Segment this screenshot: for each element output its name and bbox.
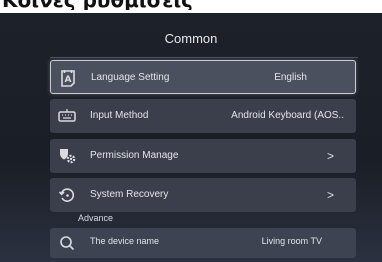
- input-method-row[interactable]: Input Method Android Keyboard (AOS..: [50, 99, 356, 133]
- permission-manage-row[interactable]: Permission Manage >: [50, 139, 356, 173]
- tv-settings-screen: Common A Language Setting English Input …: [0, 13, 382, 262]
- permission-gear-icon: [57, 146, 77, 166]
- screen-title: Common: [164, 31, 218, 46]
- system-recovery-label: System Recovery: [90, 189, 169, 200]
- device-name-label: The device name: [90, 236, 160, 246]
- language-icon: A: [58, 68, 78, 88]
- chevron-right-icon: >: [326, 188, 334, 202]
- page-heading: Κοινές ρυθμίσεις: [0, 0, 382, 10]
- language-setting-label: Language Setting: [91, 72, 170, 83]
- advance-section-label: Advance: [78, 213, 114, 223]
- language-setting-row[interactable]: A Language Setting English: [50, 60, 356, 94]
- input-method-label: Input Method: [90, 110, 149, 121]
- permission-manage-label: Permission Manage: [90, 150, 179, 161]
- system-recovery-row[interactable]: System Recovery >: [50, 178, 356, 212]
- language-setting-value: English: [274, 72, 307, 83]
- search-icon: [57, 233, 77, 253]
- input-method-value: Android Keyboard (AOS..: [231, 110, 344, 121]
- title-divider: [50, 57, 358, 58]
- system-recovery-icon: [57, 185, 77, 205]
- device-name-row[interactable]: The device name Living room TV: [50, 228, 356, 258]
- keyboard-icon: [57, 106, 77, 126]
- chevron-right-icon: >: [326, 149, 334, 163]
- svg-text:A: A: [65, 75, 72, 85]
- device-name-value: Living room TV: [261, 236, 322, 246]
